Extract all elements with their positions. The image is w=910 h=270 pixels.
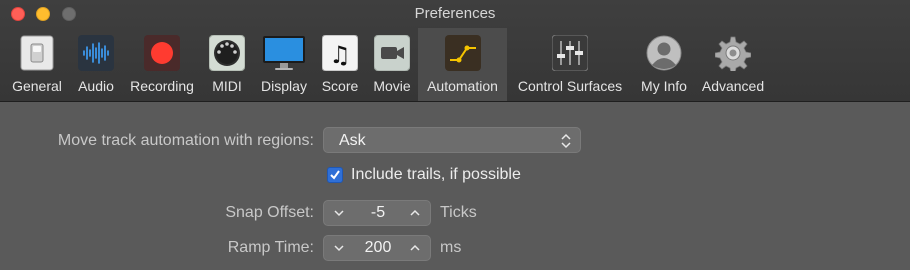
snap-offset-value[interactable]: -5 xyxy=(350,204,406,222)
ramp-time-unit: ms xyxy=(440,239,462,256)
include-trails-label: Include trails, if possible xyxy=(351,166,521,183)
record-icon xyxy=(144,35,180,71)
snap-offset-decrement-icon[interactable] xyxy=(332,204,346,222)
tab-my-info[interactable]: My Info xyxy=(635,28,693,101)
midi-connector-icon xyxy=(209,35,245,71)
display-monitor-icon xyxy=(262,35,306,71)
automation-curve-icon xyxy=(444,35,481,71)
move-track-automation-label: Move track automation with regions: xyxy=(57,132,314,149)
ramp-time-increment-icon[interactable] xyxy=(408,239,422,257)
tab-display[interactable]: Display xyxy=(255,28,313,101)
tab-advanced[interactable]: Advanced xyxy=(697,28,769,101)
tab-movie[interactable]: Movie xyxy=(368,28,416,101)
tab-midi[interactable]: MIDI xyxy=(205,28,249,101)
snap-offset-unit: Ticks xyxy=(440,204,477,221)
include-trails-checkbox[interactable] xyxy=(327,167,343,183)
tab-control-surfaces[interactable]: Control Surfaces xyxy=(510,28,630,101)
user-avatar-icon xyxy=(646,35,682,71)
gear-icon xyxy=(715,35,751,71)
audio-waveform-icon xyxy=(78,35,114,71)
music-note-icon: ♫ xyxy=(322,35,358,71)
svg-text:♫: ♫ xyxy=(329,41,351,69)
ramp-time-label: Ramp Time: xyxy=(227,239,314,256)
chevron-updown-icon xyxy=(560,131,572,151)
tab-audio[interactable]: Audio xyxy=(70,28,122,101)
ramp-time-value[interactable]: 200 xyxy=(350,239,406,257)
movie-camera-icon xyxy=(374,35,410,71)
general-switch-icon xyxy=(19,35,55,71)
snap-offset-stepper[interactable]: -5 xyxy=(323,200,431,226)
ramp-time-decrement-icon[interactable] xyxy=(332,239,346,257)
move-track-automation-popup[interactable]: Ask xyxy=(323,127,581,153)
move-track-automation-value: Ask xyxy=(339,132,366,149)
control-faders-icon xyxy=(552,35,588,71)
preferences-toolbar: General Audio Recording MIDI Display ♫ S… xyxy=(0,28,910,101)
tab-score[interactable]: ♫ Score xyxy=(318,28,362,101)
snap-offset-label: Snap Offset: xyxy=(225,204,314,221)
snap-offset-increment-icon[interactable] xyxy=(408,204,422,222)
tab-general[interactable]: General xyxy=(5,28,69,101)
window-title: Preferences xyxy=(414,5,496,22)
window-titlebar: Preferences General Audio Recording MIDI… xyxy=(0,0,910,102)
ramp-time-stepper[interactable]: 200 xyxy=(323,235,431,261)
automation-pane: Move track automation with regions: Ask … xyxy=(0,102,910,270)
tab-recording[interactable]: Recording xyxy=(123,28,201,101)
tab-automation[interactable]: Automation xyxy=(418,28,507,101)
